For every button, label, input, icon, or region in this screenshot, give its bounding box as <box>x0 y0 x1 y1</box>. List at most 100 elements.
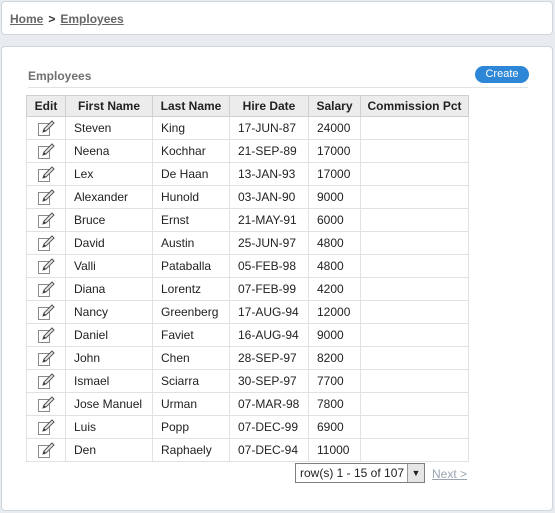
column-header-hire-date[interactable]: Hire Date <box>229 95 309 117</box>
pencil-edit-icon[interactable] <box>37 303 55 321</box>
breadcrumb-home-link[interactable]: Home <box>10 12 43 26</box>
last-name-cell: Kochhar <box>152 139 230 163</box>
pencil-edit-icon[interactable] <box>37 349 55 367</box>
pencil-edit-icon[interactable] <box>37 257 55 275</box>
table-row: Ismael Sciarra 30-SEP-97 7700 <box>26 369 469 393</box>
salary-cell: 24000 <box>308 116 361 140</box>
salary-cell: 17000 <box>308 162 361 186</box>
pencil-edit-icon[interactable] <box>37 418 55 436</box>
salary-cell: 9000 <box>308 323 361 347</box>
pencil-edit-icon[interactable] <box>37 395 55 413</box>
commission-pct-cell <box>360 415 469 439</box>
salary-cell: 4200 <box>308 277 361 301</box>
column-header-commission-pct[interactable]: Commission Pct <box>360 95 469 117</box>
first-name-cell: Nancy <box>65 300 153 324</box>
edit-cell <box>26 346 66 370</box>
hire-date-cell: 05-FEB-98 <box>229 254 309 278</box>
last-name-cell: King <box>152 116 230 140</box>
pencil-edit-icon[interactable] <box>37 142 55 160</box>
edit-cell <box>26 369 66 393</box>
pencil-edit-icon[interactable] <box>37 441 55 459</box>
pencil-edit-icon[interactable] <box>37 372 55 390</box>
table-row: Valli Pataballa 05-FEB-98 4800 <box>26 254 469 278</box>
pencil-edit-icon[interactable] <box>37 211 55 229</box>
last-name-cell: Ernst <box>152 208 230 232</box>
commission-pct-cell <box>360 392 469 416</box>
salary-cell: 4800 <box>308 254 361 278</box>
table-row: David Austin 25-JUN-97 4800 <box>26 231 469 255</box>
salary-cell: 6000 <box>308 208 361 232</box>
hire-date-cell: 07-FEB-99 <box>229 277 309 301</box>
edit-cell <box>26 438 66 462</box>
first-name-cell: Den <box>65 438 153 462</box>
next-page-link[interactable]: Next > <box>432 467 467 481</box>
hire-date-cell: 21-MAY-91 <box>229 208 309 232</box>
pencil-edit-icon[interactable] <box>37 326 55 344</box>
pencil-edit-icon[interactable] <box>37 165 55 183</box>
commission-pct-cell <box>360 369 469 393</box>
column-header-salary[interactable]: Salary <box>308 95 361 117</box>
last-name-cell: Austin <box>152 231 230 255</box>
column-header-last-name[interactable]: Last Name <box>152 95 230 117</box>
commission-pct-cell <box>360 162 469 186</box>
pencil-edit-icon[interactable] <box>37 280 55 298</box>
first-name-cell: Alexander <box>65 185 153 209</box>
pagination-select[interactable]: row(s) 1 - 15 of 107 ▼ <box>295 463 425 483</box>
edit-cell <box>26 415 66 439</box>
hire-date-cell: 25-JUN-97 <box>229 231 309 255</box>
hire-date-cell: 16-AUG-94 <box>229 323 309 347</box>
chevron-down-icon[interactable]: ▼ <box>407 464 424 482</box>
hire-date-cell: 07-DEC-99 <box>229 415 309 439</box>
table-row: Luis Popp 07-DEC-99 6900 <box>26 415 469 439</box>
hire-date-cell: 17-AUG-94 <box>229 300 309 324</box>
last-name-cell: Greenberg <box>152 300 230 324</box>
edit-cell <box>26 162 66 186</box>
first-name-cell: Bruce <box>65 208 153 232</box>
commission-pct-cell <box>360 438 469 462</box>
edit-cell <box>26 254 66 278</box>
salary-cell: 7700 <box>308 369 361 393</box>
edit-cell <box>26 300 66 324</box>
salary-cell: 11000 <box>308 438 361 462</box>
salary-cell: 4800 <box>308 231 361 255</box>
region-title: Employees <box>28 69 92 83</box>
pencil-edit-icon[interactable] <box>37 234 55 252</box>
commission-pct-cell <box>360 185 469 209</box>
column-header-first-name[interactable]: First Name <box>65 95 153 117</box>
first-name-cell: Jose Manuel <box>65 392 153 416</box>
hire-date-cell: 17-JUN-87 <box>229 116 309 140</box>
first-name-cell: Daniel <box>65 323 153 347</box>
commission-pct-cell <box>360 139 469 163</box>
salary-cell: 8200 <box>308 346 361 370</box>
employees-region: Employees Create Edit First Name Last Na… <box>1 46 553 511</box>
table-row: Neena Kochhar 21-SEP-89 17000 <box>26 139 469 163</box>
edit-cell <box>26 323 66 347</box>
hire-date-cell: 21-SEP-89 <box>229 139 309 163</box>
first-name-cell: Luis <box>65 415 153 439</box>
first-name-cell: Diana <box>65 277 153 301</box>
table-row: Diana Lorentz 07-FEB-99 4200 <box>26 277 469 301</box>
breadcrumb-current-link[interactable]: Employees <box>60 12 123 26</box>
create-button[interactable]: Create <box>475 66 529 83</box>
table-row: Steven King 17-JUN-87 24000 <box>26 116 469 140</box>
edit-cell <box>26 277 66 301</box>
hire-date-cell: 28-SEP-97 <box>229 346 309 370</box>
pencil-edit-icon[interactable] <box>37 119 55 137</box>
table-row: Bruce Ernst 21-MAY-91 6000 <box>26 208 469 232</box>
breadcrumb-bar: Home > Employees <box>1 1 553 35</box>
hire-date-cell: 07-MAR-98 <box>229 392 309 416</box>
last-name-cell: Chen <box>152 346 230 370</box>
last-name-cell: Pataballa <box>152 254 230 278</box>
last-name-cell: Sciarra <box>152 369 230 393</box>
table-header-row: Edit First Name Last Name Hire Date Sala… <box>26 95 469 117</box>
last-name-cell: Raphaely <box>152 438 230 462</box>
edit-cell <box>26 208 66 232</box>
first-name-cell: John <box>65 346 153 370</box>
pencil-edit-icon[interactable] <box>37 188 55 206</box>
breadcrumb: Home > Employees <box>10 12 124 26</box>
commission-pct-cell <box>360 254 469 278</box>
hire-date-cell: 13-JAN-93 <box>229 162 309 186</box>
commission-pct-cell <box>360 323 469 347</box>
employees-table: Edit First Name Last Name Hire Date Sala… <box>26 95 469 462</box>
first-name-cell: Lex <box>65 162 153 186</box>
